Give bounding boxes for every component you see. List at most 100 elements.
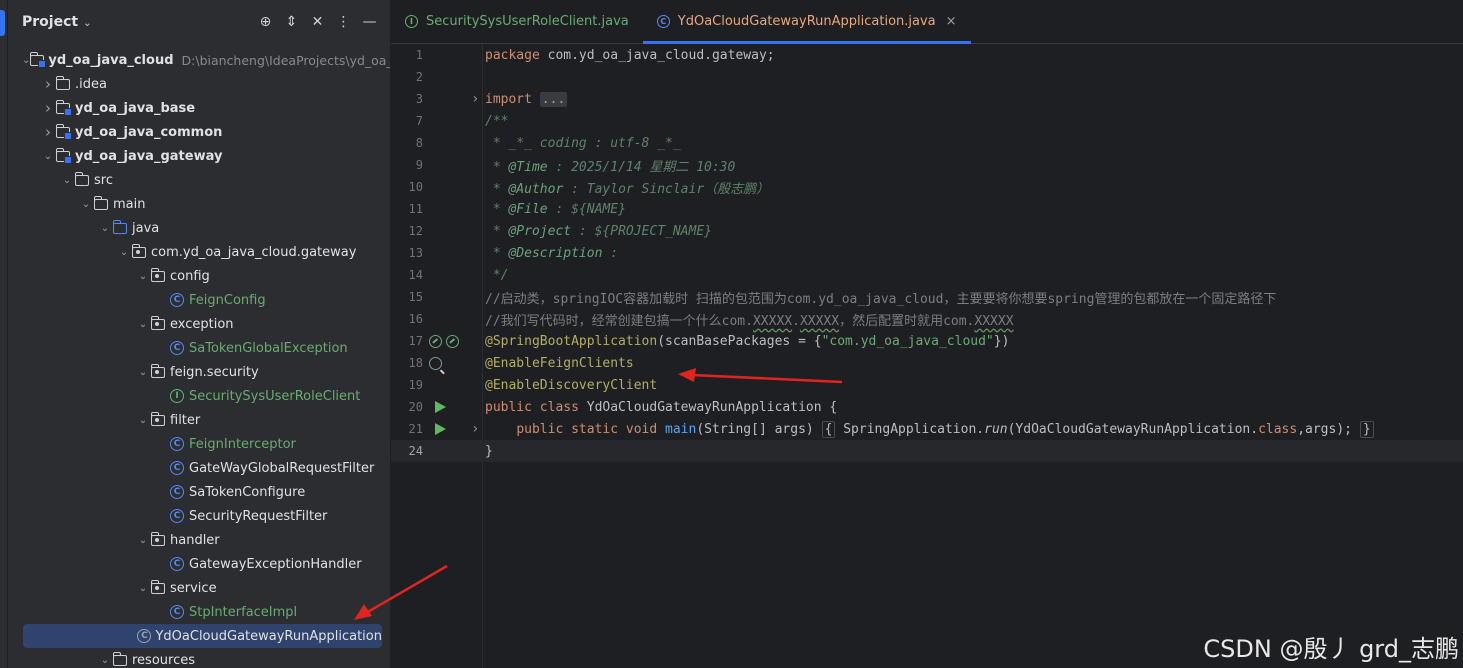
chevron-down-icon[interactable]: ⌄ [136, 535, 150, 546]
chevron-right-icon[interactable]: › [41, 75, 55, 93]
code-line[interactable]: 20 public class YdOaCloudGatewayRunApplic… [391, 396, 1463, 418]
chevron-down-icon[interactable]: ⌄ [60, 175, 74, 186]
code-line[interactable]: 13 * @Description : [391, 242, 1463, 264]
package-icon [150, 531, 166, 547]
project-title[interactable]: Project ⌄ [22, 14, 91, 30]
code-line[interactable]: 21 › public static void main(String[] arg… [391, 418, 1463, 440]
tree-item-label: feign.security [170, 364, 259, 380]
code-line[interactable]: 14 */ [391, 264, 1463, 286]
code-line[interactable]: 10 * @Author : Taylor Sinclair（殷志鹏） [391, 176, 1463, 198]
chevron-right-icon[interactable]: › [41, 123, 55, 141]
tree-item[interactable]: ⌄ exception [8, 312, 382, 336]
code-line[interactable]: 12 * @Project : ${PROJECT_NAME} [391, 220, 1463, 242]
tree-item[interactable]: › .idea [8, 72, 382, 96]
fold-chevron-icon[interactable]: › [471, 91, 479, 107]
line-number: 15 [408, 290, 423, 304]
code-line[interactable]: 8 * _*_ coding : utf-8 _*_ [391, 132, 1463, 154]
chevron-down-icon[interactable]: ⌄ [22, 55, 30, 66]
tree-item[interactable]: C YdOaCloudGatewayRunApplication [23, 624, 382, 648]
editor-tabs: I SecuritySysUserRoleClient.java C YdOaClou… [391, 0, 1463, 44]
line-number: 17 [408, 334, 423, 348]
tree-item-label: filter [170, 412, 201, 428]
close-icon[interactable]: × [946, 14, 957, 29]
tree-item[interactable]: ⌄ filter [8, 408, 382, 432]
line-number: 20 [408, 400, 423, 414]
tree-item[interactable]: C StpInterfaceImpl [8, 600, 382, 624]
tree-item[interactable]: ⌄ handler [8, 528, 382, 552]
tree-item[interactable]: › yd_oa_java_base [8, 96, 382, 120]
tree-item-label: handler [170, 532, 220, 548]
chevron-down-icon[interactable]: ⌄ [98, 655, 112, 666]
line-number: 12 [408, 224, 423, 238]
minimize-icon[interactable]: — [361, 12, 378, 32]
tree-item[interactable]: C GatewayExceptionHandler [8, 552, 382, 576]
class-icon: C [169, 557, 185, 571]
tree-item[interactable]: ⌄ yd_oa_java_cloud D:\biancheng\IdeaProjec… [8, 48, 390, 72]
spring-search-icon[interactable] [429, 356, 442, 370]
chevron-down-icon[interactable]: ⌄ [136, 319, 150, 330]
tree-item[interactable]: ⌄ config [8, 264, 382, 288]
code-line[interactable]: 17 @SpringBootApplication(scanBasePackage… [391, 330, 1463, 352]
tree-item-label: yd_oa_java_gateway [75, 148, 223, 164]
run-icon[interactable] [435, 423, 446, 435]
code-line[interactable]: 1 package com.yd_oa_java_cloud.gateway; [391, 44, 1463, 66]
fold-chevron-icon[interactable]: › [471, 421, 479, 437]
chevron-right-icon[interactable]: › [41, 99, 55, 117]
code-line[interactable]: 15 //启动类，springIOC容器加载时 扫描的包范围为com.yd_oa_… [391, 286, 1463, 308]
tree-item[interactable]: C SaTokenConfigure [8, 480, 382, 504]
package-icon [150, 267, 166, 283]
code-line[interactable]: 19 @EnableDiscoveryClient [391, 374, 1463, 396]
line-number: 9 [415, 158, 423, 172]
code-line[interactable]: 9 * @Time : 2025/1/14 星期二 10:30 [391, 154, 1463, 176]
spring-bean-icon[interactable] [446, 334, 459, 348]
tree-item[interactable]: › yd_oa_java_common [8, 120, 382, 144]
chevron-down-icon[interactable]: ⌄ [136, 367, 150, 378]
code-line[interactable]: 3 › import ... [391, 88, 1463, 110]
tree-item[interactable]: ⌄ resources [8, 648, 382, 668]
tree-item[interactable]: ⌄ service [8, 576, 382, 600]
run-icon[interactable] [435, 401, 446, 413]
code-line[interactable]: 11 * @File : ${NAME} [391, 198, 1463, 220]
code-line[interactable]: 2 [391, 66, 1463, 88]
tree-item[interactable]: C SecurityRequestFilter [8, 504, 382, 528]
chevron-down-icon[interactable]: ⌄ [98, 223, 112, 234]
project-tool-indicator[interactable] [0, 10, 5, 36]
code-line[interactable]: 18 @EnableFeignClients [391, 352, 1463, 374]
tree-item-label: SaTokenGlobalException [189, 340, 348, 356]
tree-item[interactable]: ⌄ yd_oa_java_gateway [8, 144, 382, 168]
tree-item[interactable]: C FeignInterceptor [8, 432, 382, 456]
tree-item-label: SaTokenConfigure [189, 484, 306, 500]
code-line[interactable]: 7 /** [391, 110, 1463, 132]
collapse-all-icon[interactable]: ✕ [309, 12, 326, 32]
code-text: @EnableFeignClients [485, 355, 634, 371]
chevron-down-icon[interactable]: ⌄ [41, 151, 55, 162]
tree-item-label: GatewayExceptionHandler [189, 556, 362, 572]
tree-item[interactable]: I SecuritySysUserRoleClient [8, 384, 382, 408]
code-text: import ... [485, 91, 568, 107]
tree-item[interactable]: C GateWayGlobalRequestFilter [8, 456, 382, 480]
chevron-down-icon[interactable]: ⌄ [136, 583, 150, 594]
tree-item[interactable]: ⌄ com.yd_oa_java_cloud.gateway [8, 240, 382, 264]
editor-tab[interactable]: C YdOaCloudGatewayRunApplication.java × [642, 0, 971, 44]
tree-item[interactable]: C FeignConfig [8, 288, 382, 312]
expand-all-icon[interactable]: ⇕ [283, 12, 300, 32]
module-folder-icon [30, 51, 47, 68]
tree-item-label: YdOaCloudGatewayRunApplication [155, 628, 382, 644]
tree-item[interactable]: ⌄ src [8, 168, 382, 192]
chevron-down-icon[interactable]: ⌄ [136, 271, 150, 282]
more-options-icon[interactable]: ⋮ [335, 12, 352, 32]
chevron-down-icon[interactable]: ⌄ [117, 247, 131, 258]
locate-icon[interactable]: ⊕ [257, 12, 274, 32]
tree-item[interactable]: C SaTokenGlobalException [8, 336, 382, 360]
code-line[interactable]: 24} [391, 440, 1463, 462]
editor-tab[interactable]: I SecuritySysUserRoleClient.java [391, 0, 643, 43]
chevron-down-icon[interactable]: ⌄ [79, 199, 93, 210]
code-line[interactable]: 16 //我们写代码时，经常创建包搞一个什么com.XXXXX.XXXXX，然后配… [391, 308, 1463, 330]
tree-item[interactable]: ⌄ java [8, 216, 382, 240]
tree-item-label: yd_oa_java_cloud [48, 52, 174, 68]
chevron-down-icon[interactable]: ⌄ [136, 415, 150, 426]
tree-item[interactable]: ⌄ feign.security [8, 360, 382, 384]
tree-item[interactable]: ⌄ main [8, 192, 382, 216]
spring-bean-icon[interactable] [429, 334, 442, 348]
code-editor[interactable]: 1 package com.yd_oa_java_cloud.gateway; 2 3… [391, 44, 1463, 668]
